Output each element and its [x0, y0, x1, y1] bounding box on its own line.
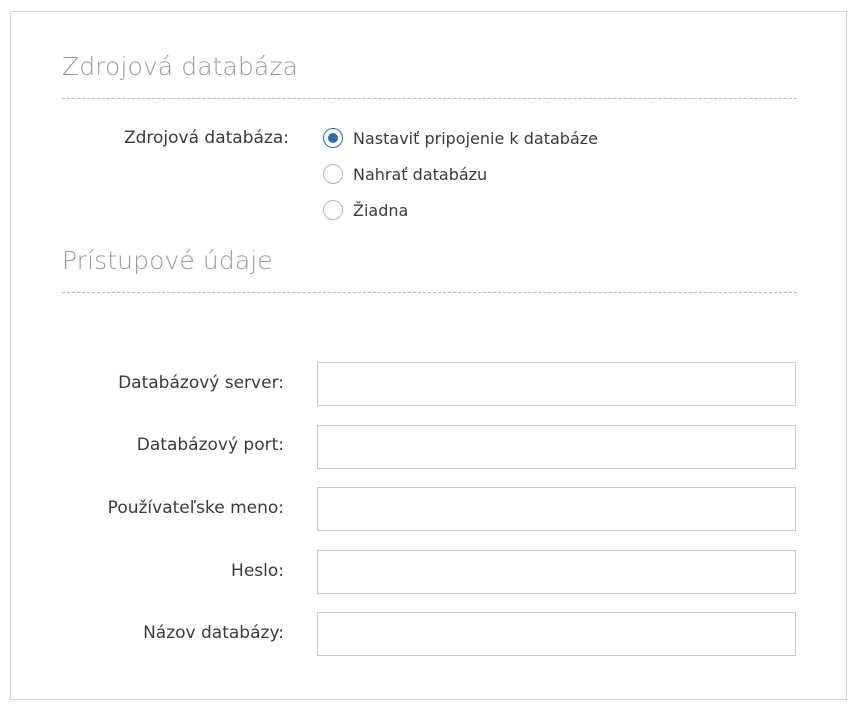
username-label: Používateľske meno:: [107, 498, 284, 518]
database-name-input[interactable]: [317, 612, 796, 656]
database-name-label: Názov databázy:: [143, 623, 284, 643]
database-settings-panel: Zdrojová databáza Zdrojová databáza: Nas…: [10, 11, 847, 700]
radio-none[interactable]: Žiadna: [323, 197, 408, 223]
username-input[interactable]: [317, 487, 796, 531]
radio-unchecked-icon: [323, 164, 343, 184]
section-title-source-database: Zdrojová databáza: [62, 52, 797, 99]
database-server-input[interactable]: [317, 362, 796, 406]
password-input[interactable]: [317, 550, 796, 594]
password-label: Heslo:: [231, 561, 284, 581]
radio-label: Nahrať databázu: [353, 164, 488, 184]
radio-label: Nastaviť pripojenie k databáze: [353, 128, 598, 148]
radio-checked-icon: [323, 128, 343, 148]
source-database-label: Zdrojová databáza:: [123, 128, 289, 148]
radio-set-connection[interactable]: Nastaviť pripojenie k databáze: [323, 125, 598, 151]
radio-unchecked-icon: [323, 200, 343, 220]
database-port-input[interactable]: [317, 425, 796, 469]
section-title-access-credentials: Prístupové údaje: [62, 246, 797, 293]
database-port-label: Databázový port:: [136, 435, 284, 455]
radio-upload-database[interactable]: Nahrať databázu: [323, 161, 487, 187]
database-server-label: Databázový server:: [118, 373, 284, 393]
radio-label: Žiadna: [353, 200, 409, 220]
